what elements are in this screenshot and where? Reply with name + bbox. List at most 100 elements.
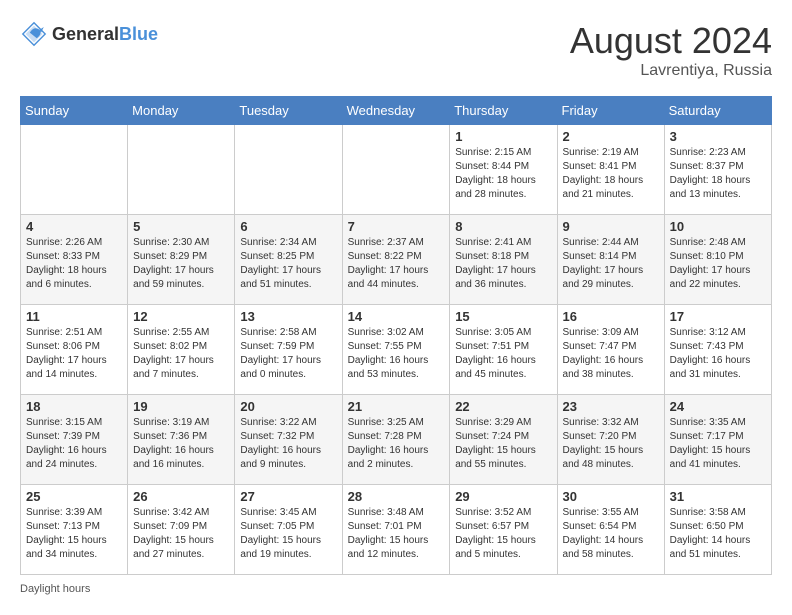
- day-info: Sunrise: 3:52 AM Sunset: 6:57 PM Dayligh…: [455, 506, 551, 562]
- calendar-cell: 12Sunrise: 2:55 AM Sunset: 8:02 PM Dayli…: [128, 305, 235, 395]
- calendar-cell: 16 Sunrise: 3:09 AM Sunset: 7:47 PM Dayli…: [557, 305, 664, 395]
- day-number: 17: [670, 309, 766, 324]
- day-info: Sunrise: 2:19 AM Sunset: 8:41 PM Dayligh…: [563, 146, 659, 202]
- day-number: 19: [133, 399, 229, 414]
- footer-note: Daylight hours: [20, 583, 90, 595]
- day-info: Sunrise: 3:22 AM Sunset: 7:32 PM Dayligh…: [240, 416, 336, 472]
- day-info: Sunrise: 3:12 AM Sunset: 7:43 PM Dayligh…: [670, 326, 766, 382]
- day-info: Sunrise: 3:45 AM Sunset: 7:05 PM Dayligh…: [240, 506, 336, 562]
- calendar-cell: 22 Sunrise: 3:29 AM Sunset: 7:24 PM Dayli…: [450, 395, 557, 485]
- day-info: Sunrise: 2:30 AM Sunset: 8:29 PM Dayligh…: [133, 236, 229, 292]
- calendar-day-header: Sunday: [21, 97, 128, 125]
- day-number: 5: [133, 219, 229, 234]
- day-info: Sunrise: 3:42 AM Sunset: 7:09 PM Dayligh…: [133, 506, 229, 562]
- calendar-cell: 19Sunrise: 3:19 AM Sunset: 7:36 PM Dayli…: [128, 395, 235, 485]
- calendar-week-row: 1Sunrise: 2:15 AM Sunset: 8:44 PM Daylig…: [21, 125, 772, 215]
- calendar-table: SundayMondayTuesdayWednesdayThursdayFrid…: [20, 96, 772, 575]
- day-info: Sunrise: 3:15 AM Sunset: 7:39 PM Dayligh…: [26, 416, 122, 472]
- calendar-cell: 10 Sunrise: 2:48 AM Sunset: 8:10 PM Dayli…: [664, 215, 771, 305]
- day-info: Sunrise: 3:02 AM Sunset: 7:55 PM Dayligh…: [348, 326, 445, 382]
- day-number: 29: [455, 489, 551, 504]
- day-number: 7: [348, 219, 445, 234]
- day-info: Sunrise: 2:41 AM Sunset: 8:18 PM Dayligh…: [455, 236, 551, 292]
- day-info: Sunrise: 3:32 AM Sunset: 7:20 PM Dayligh…: [563, 416, 659, 472]
- day-number: 10: [670, 219, 766, 234]
- day-info: Sunrise: 3:58 AM Sunset: 6:50 PM Dayligh…: [670, 506, 766, 562]
- calendar-cell: 14 Sunrise: 3:02 AM Sunset: 7:55 PM Dayli…: [342, 305, 450, 395]
- calendar-cell: 11Sunrise: 2:51 AM Sunset: 8:06 PM Dayli…: [21, 305, 128, 395]
- day-number: 23: [563, 399, 659, 414]
- day-info: Sunrise: 2:58 AM Sunset: 7:59 PM Dayligh…: [240, 326, 336, 382]
- day-info: Sunrise: 2:48 AM Sunset: 8:10 PM Dayligh…: [670, 236, 766, 292]
- day-number: 12: [133, 309, 229, 324]
- calendar-day-header: Thursday: [450, 97, 557, 125]
- day-info: Sunrise: 3:05 AM Sunset: 7:51 PM Dayligh…: [455, 326, 551, 382]
- logo-icon: [20, 20, 48, 48]
- day-number: 4: [26, 219, 122, 234]
- calendar-day-header: Tuesday: [235, 97, 342, 125]
- calendar-cell: 9Sunrise: 2:44 AM Sunset: 8:14 PM Daylig…: [557, 215, 664, 305]
- footer: Daylight hours: [20, 583, 772, 595]
- day-number: 24: [670, 399, 766, 414]
- day-number: 2: [563, 129, 659, 144]
- day-info: Sunrise: 2:23 AM Sunset: 8:37 PM Dayligh…: [670, 146, 766, 202]
- location-subtitle: Lavrentiya, Russia: [570, 62, 772, 80]
- calendar-cell: 15 Sunrise: 3:05 AM Sunset: 7:51 PM Dayli…: [450, 305, 557, 395]
- calendar-day-header: Monday: [128, 97, 235, 125]
- day-number: 27: [240, 489, 336, 504]
- logo-general-text: General: [52, 24, 119, 45]
- calendar-cell: 18 Sunrise: 3:15 AM Sunset: 7:39 PM Dayli…: [21, 395, 128, 485]
- calendar-week-row: 4Sunrise: 2:26 AM Sunset: 8:33 PM Daylig…: [21, 215, 772, 305]
- page-header: General Blue August 2024 Lavrentiya, Rus…: [20, 20, 772, 80]
- day-number: 22: [455, 399, 551, 414]
- calendar-cell: 7 Sunrise: 2:37 AM Sunset: 8:22 PM Daylig…: [342, 215, 450, 305]
- calendar-cell: 23 Sunrise: 3:32 AM Sunset: 7:20 PM Dayli…: [557, 395, 664, 485]
- day-number: 18: [26, 399, 122, 414]
- day-number: 15: [455, 309, 551, 324]
- day-info: Sunrise: 3:09 AM Sunset: 7:47 PM Dayligh…: [563, 326, 659, 382]
- day-number: 16: [563, 309, 659, 324]
- day-number: 13: [240, 309, 336, 324]
- calendar-cell: 25 Sunrise: 3:39 AM Sunset: 7:13 PM Dayli…: [21, 485, 128, 575]
- day-number: 25: [26, 489, 122, 504]
- day-number: 8: [455, 219, 551, 234]
- title-block: August 2024 Lavrentiya, Russia: [570, 20, 772, 80]
- day-info: Sunrise: 2:37 AM Sunset: 8:22 PM Dayligh…: [348, 236, 445, 292]
- calendar-week-row: 11Sunrise: 2:51 AM Sunset: 8:06 PM Dayli…: [21, 305, 772, 395]
- day-number: 3: [670, 129, 766, 144]
- calendar-day-header: Wednesday: [342, 97, 450, 125]
- month-year-title: August 2024: [570, 20, 772, 62]
- calendar-cell: [235, 125, 342, 215]
- calendar-week-row: 25 Sunrise: 3:39 AM Sunset: 7:13 PM Dayli…: [21, 485, 772, 575]
- calendar-header-row: SundayMondayTuesdayWednesdayThursdayFrid…: [21, 97, 772, 125]
- logo-blue-text: Blue: [119, 24, 158, 45]
- calendar-cell: 27 Sunrise: 3:45 AM Sunset: 7:05 PM Dayli…: [235, 485, 342, 575]
- calendar-day-header: Friday: [557, 97, 664, 125]
- day-number: 30: [563, 489, 659, 504]
- calendar-cell: 1Sunrise: 2:15 AM Sunset: 8:44 PM Daylig…: [450, 125, 557, 215]
- day-number: 26: [133, 489, 229, 504]
- calendar-cell: 30 Sunrise: 3:55 AM Sunset: 6:54 PM Dayli…: [557, 485, 664, 575]
- day-info: Sunrise: 3:39 AM Sunset: 7:13 PM Dayligh…: [26, 506, 122, 562]
- calendar-cell: 4Sunrise: 2:26 AM Sunset: 8:33 PM Daylig…: [21, 215, 128, 305]
- day-info: Sunrise: 3:35 AM Sunset: 7:17 PM Dayligh…: [670, 416, 766, 472]
- day-number: 1: [455, 129, 551, 144]
- day-info: Sunrise: 2:34 AM Sunset: 8:25 PM Dayligh…: [240, 236, 336, 292]
- calendar-cell: 21 Sunrise: 3:25 AM Sunset: 7:28 PM Dayli…: [342, 395, 450, 485]
- calendar-cell: 31Sunrise: 3:58 AM Sunset: 6:50 PM Dayli…: [664, 485, 771, 575]
- day-number: 11: [26, 309, 122, 324]
- logo: General Blue: [20, 20, 158, 48]
- day-number: 28: [348, 489, 445, 504]
- calendar-cell: [342, 125, 450, 215]
- day-number: 14: [348, 309, 445, 324]
- calendar-cell: [21, 125, 128, 215]
- calendar-cell: 2 Sunrise: 2:19 AM Sunset: 8:41 PM Daylig…: [557, 125, 664, 215]
- calendar-cell: [128, 125, 235, 215]
- day-number: 21: [348, 399, 445, 414]
- day-info: Sunrise: 3:25 AM Sunset: 7:28 PM Dayligh…: [348, 416, 445, 472]
- day-info: Sunrise: 3:29 AM Sunset: 7:24 PM Dayligh…: [455, 416, 551, 472]
- day-info: Sunrise: 3:55 AM Sunset: 6:54 PM Dayligh…: [563, 506, 659, 562]
- calendar-cell: 26 Sunrise: 3:42 AM Sunset: 7:09 PM Dayli…: [128, 485, 235, 575]
- calendar-cell: 20Sunrise: 3:22 AM Sunset: 7:32 PM Dayli…: [235, 395, 342, 485]
- day-info: Sunrise: 3:48 AM Sunset: 7:01 PM Dayligh…: [348, 506, 445, 562]
